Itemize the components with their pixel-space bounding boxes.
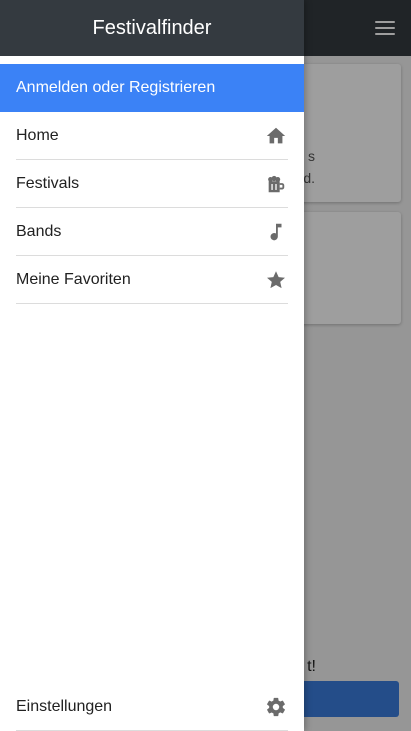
drawer-header: Festivalfinder	[0, 0, 304, 56]
home-icon	[264, 124, 288, 148]
nav-item-home[interactable]: Home	[16, 112, 288, 160]
login-register-button[interactable]: Anmelden oder Registrieren	[0, 64, 304, 112]
nav-item-label: Bands	[16, 222, 62, 240]
nav-item-label: Home	[16, 126, 59, 144]
gear-icon	[264, 695, 288, 719]
nav-item-label: Festivals	[16, 174, 80, 192]
nav-item-bands[interactable]: Bands	[16, 208, 288, 256]
star-icon	[264, 268, 288, 292]
nav-item-label: Einstellungen	[16, 697, 113, 715]
navigation-drawer: Festivalfinder Anmelden oder Registriere…	[0, 0, 304, 731]
nav-item-label: Meine Favoriten	[16, 270, 131, 288]
nav-item-favorites[interactable]: Meine Favoriten	[16, 256, 288, 304]
nav-item-festivals[interactable]: Festivals	[16, 160, 288, 208]
nav-item-settings[interactable]: Einstellungen	[16, 683, 288, 731]
beer-mug-icon	[264, 172, 288, 196]
music-note-icon	[264, 220, 288, 244]
app-title: Festivalfinder	[92, 16, 212, 39]
nav-list: Home Festivals Bands Meine Favoriten	[0, 112, 304, 304]
